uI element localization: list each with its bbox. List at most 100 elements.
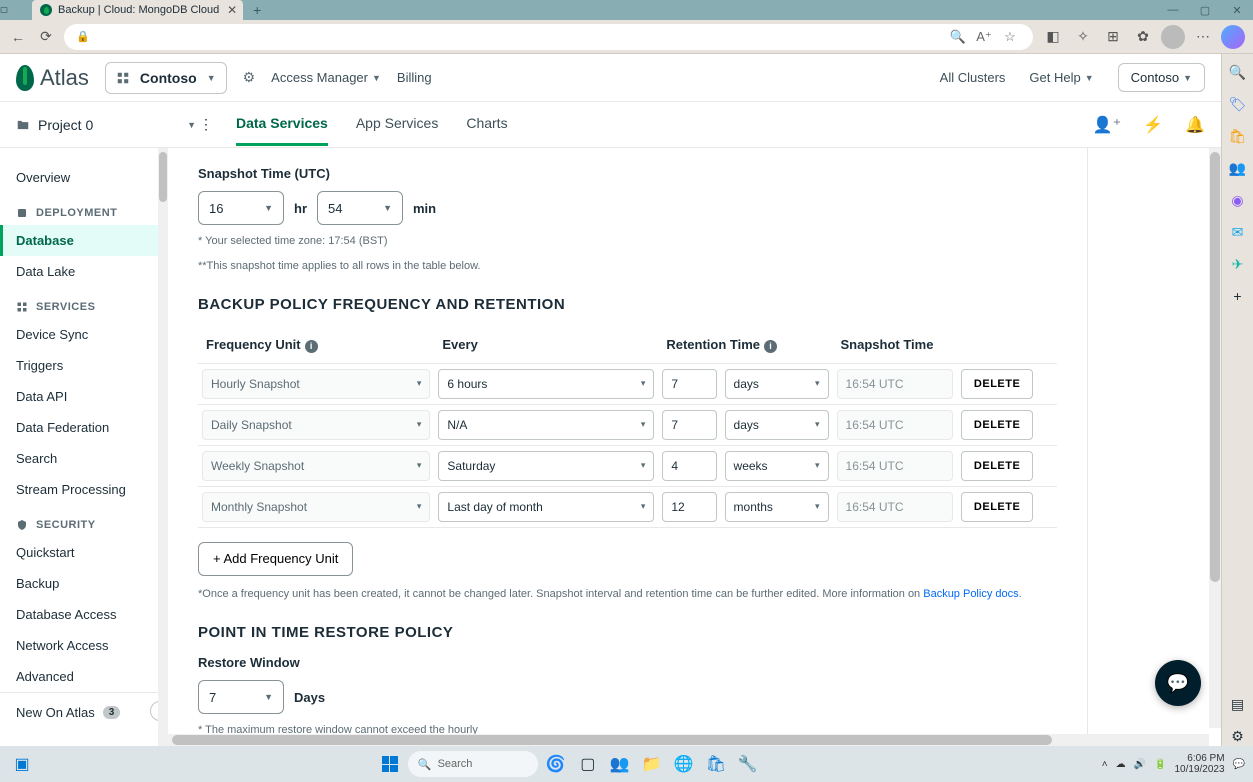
sidebar-data-federation[interactable]: Data Federation [0, 412, 168, 443]
freq-unit-select[interactable]: Hourly Snapshot▾ [202, 369, 430, 399]
project-selector[interactable]: Project 0 ▼ [16, 117, 196, 133]
tab-close-icon[interactable]: ✕ [227, 3, 237, 17]
delete-row-button[interactable]: DELETE [961, 369, 1033, 399]
edge-people-icon[interactable]: 👥 [1228, 158, 1248, 178]
taskbar-edge[interactable]: 🌐 [670, 750, 698, 778]
sidebar-database[interactable]: Database [0, 225, 168, 256]
access-manager-link[interactable]: Access Manager▼ [271, 70, 381, 85]
retention-unit-select[interactable]: days▾ [725, 369, 829, 399]
edge-send-icon[interactable]: ✈ [1228, 254, 1248, 274]
tray-cloud-icon[interactable]: ☁ [1116, 759, 1126, 770]
edge-outlook-icon[interactable]: ✉ [1228, 222, 1248, 242]
new-tab-button[interactable]: + [243, 2, 271, 18]
profile-avatar[interactable] [1161, 25, 1185, 49]
sidebar-search[interactable]: Search [0, 443, 168, 474]
sidebar-data-api[interactable]: Data API [0, 381, 168, 412]
taskbar-store[interactable]: 🛍 [702, 750, 730, 778]
taskbar-teams[interactable]: 👥 [606, 750, 634, 778]
snapshot-min-select[interactable]: 54▼ [317, 191, 403, 225]
split-screen-icon[interactable]: ◧ [1041, 25, 1065, 49]
favorite-icon[interactable]: ☆ [999, 26, 1021, 48]
tab-app-services[interactable]: App Services [356, 103, 438, 146]
notifications-icon[interactable]: 🔔 [1185, 115, 1205, 135]
window-minimize-button[interactable]: — [1157, 4, 1189, 17]
refresh-button[interactable]: ⟳ [36, 27, 56, 47]
window-close-button[interactable]: ✕ [1221, 4, 1253, 17]
invite-icon[interactable]: 👤⁺ [1093, 115, 1121, 135]
org-settings-button[interactable]: ⚙ [243, 69, 256, 86]
org-selector[interactable]: Contoso ▼ [105, 62, 227, 94]
copilot-icon[interactable] [1221, 25, 1245, 49]
main-scrollbar-horizontal[interactable] [168, 734, 1209, 746]
sidebar-triggers[interactable]: Triggers [0, 350, 168, 381]
get-help-link[interactable]: Get Help▼ [1029, 70, 1093, 85]
sidebar-device-sync[interactable]: Device Sync [0, 319, 168, 350]
activity-icon[interactable]: ⚡ [1143, 115, 1163, 135]
retention-unit-select[interactable]: days▾ [725, 410, 829, 440]
window-maximize-button[interactable]: ▢ [1189, 4, 1221, 17]
edge-settings-icon[interactable]: ⚙ [1228, 726, 1248, 746]
more-icon[interactable]: ⋯ [1191, 25, 1215, 49]
delete-row-button[interactable]: DELETE [961, 492, 1033, 522]
edge-search-icon[interactable]: 🔍 [1228, 62, 1248, 82]
retention-value-input[interactable]: 12 [662, 492, 716, 522]
project-more-button[interactable]: ⋮ [196, 116, 216, 133]
taskbar-search[interactable]: 🔍Search [408, 751, 538, 777]
edge-spin-icon[interactable]: ◉ [1228, 190, 1248, 210]
retention-unit-select[interactable]: months▾ [725, 492, 829, 522]
edge-tag-icon[interactable]: 🏷 [1228, 94, 1248, 114]
extensions-icon[interactable]: ✿ [1131, 25, 1155, 49]
info-icon[interactable]: i [305, 340, 318, 353]
taskbar-app[interactable]: 🔧 [734, 750, 762, 778]
every-select[interactable]: Last day of month▾ [438, 492, 654, 522]
sidebar-stream-processing[interactable]: Stream Processing [0, 474, 168, 505]
info-icon[interactable]: i [764, 340, 777, 353]
billing-link[interactable]: Billing [397, 70, 432, 85]
collections-icon[interactable]: ⊞ [1101, 25, 1125, 49]
tab-data-services[interactable]: Data Services [236, 103, 328, 146]
taskbar-taskview[interactable]: ▢ [574, 750, 602, 778]
delete-row-button[interactable]: DELETE [961, 451, 1033, 481]
atlas-logo[interactable]: Atlas [16, 65, 89, 91]
tray-battery-icon[interactable]: 🔋 [1154, 759, 1166, 770]
taskbar-clock[interactable]: 6:06 PM10/19/2023 [1174, 753, 1224, 775]
taskbar-widgets[interactable]: ▣ [8, 750, 36, 778]
text-size-icon[interactable]: A⁺ [973, 26, 995, 48]
backup-policy-docs-link[interactable]: Backup Policy docs [923, 588, 1018, 600]
restore-window-select[interactable]: 7▼ [198, 680, 284, 714]
taskbar-copilot[interactable]: 🌀 [542, 750, 570, 778]
freq-unit-select[interactable]: Weekly Snapshot▾ [202, 451, 430, 481]
tab-charts[interactable]: Charts [466, 103, 507, 146]
back-button[interactable]: ← [8, 27, 28, 47]
sidebar-backup[interactable]: Backup [0, 568, 168, 599]
sidebar-quickstart[interactable]: Quickstart [0, 537, 168, 568]
sidebar-scrollbar[interactable] [158, 148, 168, 746]
all-clusters-link[interactable]: All Clusters [940, 70, 1006, 85]
sidebar-new-on-atlas[interactable]: New On Atlas 3 ‹ [0, 692, 168, 732]
sidebar-network-access[interactable]: Network Access [0, 630, 168, 661]
delete-row-button[interactable]: DELETE [961, 410, 1033, 440]
retention-unit-select[interactable]: weeks▾ [725, 451, 829, 481]
tray-chevron-icon[interactable]: ˄ [1102, 759, 1108, 770]
retention-value-input[interactable]: 4 [662, 451, 716, 481]
start-button[interactable] [376, 750, 404, 778]
taskbar-explorer[interactable]: 📁 [638, 750, 666, 778]
browser-tab[interactable]: Backup | Cloud: MongoDB Cloud ✕ [32, 0, 243, 20]
favorites-bar-icon[interactable]: ✧ [1071, 25, 1095, 49]
retention-value-input[interactable]: 7 [662, 369, 716, 399]
retention-value-input[interactable]: 7 [662, 410, 716, 440]
edge-add-icon[interactable]: + [1228, 286, 1248, 306]
sidebar-advanced[interactable]: Advanced [0, 661, 168, 692]
freq-unit-select[interactable]: Daily Snapshot▾ [202, 410, 430, 440]
sidebar-datalake[interactable]: Data Lake [0, 256, 168, 287]
edge-panel-icon[interactable]: ▤ [1228, 694, 1248, 714]
chat-fab[interactable]: 💬 [1155, 660, 1201, 706]
freq-unit-select[interactable]: Monthly Snapshot▾ [202, 492, 430, 522]
tray-notifications-icon[interactable]: 💬 [1233, 759, 1245, 770]
tab-actions-icon[interactable] [0, 0, 8, 20]
address-bar[interactable]: 🔒 🔍 A⁺ ☆ [64, 24, 1033, 50]
tray-volume-icon[interactable]: 🔊 [1134, 759, 1146, 770]
add-frequency-button[interactable]: + Add Frequency Unit [198, 542, 353, 576]
main-scrollbar-vertical[interactable] [1209, 148, 1221, 728]
snapshot-hour-select[interactable]: 16▼ [198, 191, 284, 225]
